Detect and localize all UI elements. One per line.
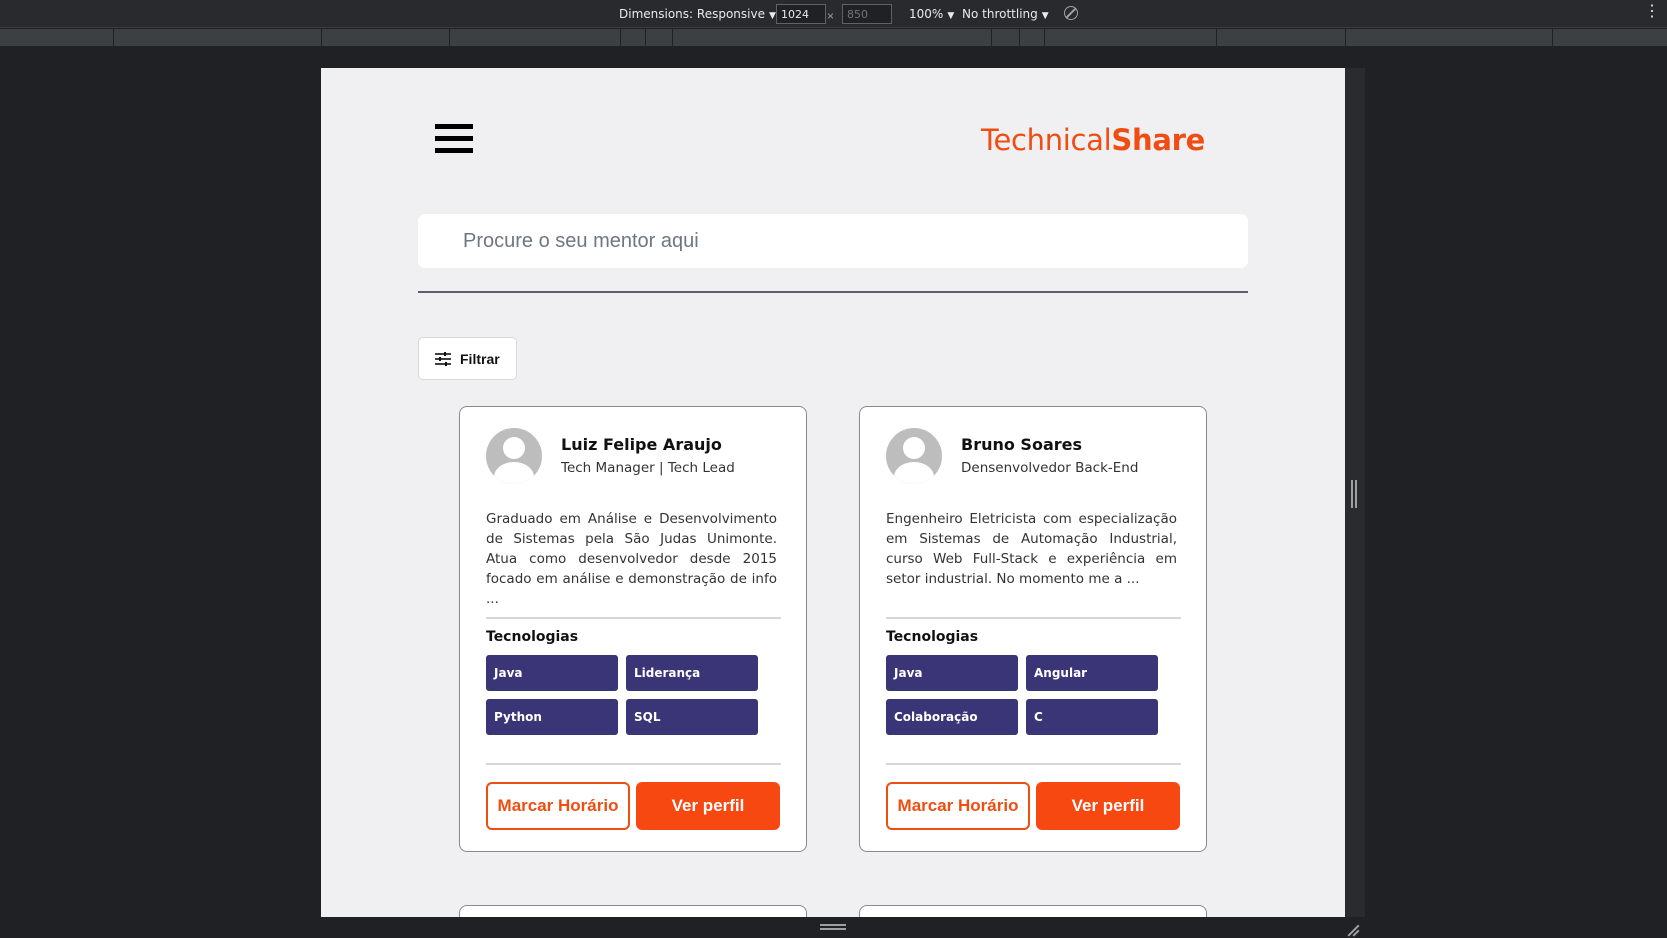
- filter-button[interactable]: Filtrar: [418, 337, 517, 380]
- card-divider: [486, 617, 781, 619]
- schedule-button[interactable]: Marcar Horário: [886, 782, 1030, 830]
- mentor-card: Luiz Felipe Araujo Tech Manager | Tech L…: [459, 406, 807, 852]
- card-divider: [886, 617, 1181, 619]
- resize-handle-bottom[interactable]: [820, 924, 846, 930]
- mentor-role: Densenvolvedor Back-End: [961, 460, 1139, 476]
- technology-tag: Java: [486, 655, 618, 691]
- mentor-name: Luiz Felipe Araujo: [561, 435, 722, 454]
- mentor-card-partial: [859, 905, 1207, 917]
- technology-tag: Java: [886, 655, 1018, 691]
- resize-handle-right[interactable]: [1351, 480, 1357, 508]
- dimensions-label: Dimensions: Responsive: [619, 7, 765, 21]
- avatar-icon: [486, 428, 542, 484]
- technologies-heading: Tecnologias: [886, 629, 979, 645]
- zoom-dropdown[interactable]: 100% ▼: [909, 7, 954, 21]
- logo-bold-text: Share: [1111, 123, 1205, 157]
- chevron-down-icon: ▼: [947, 11, 955, 21]
- viewport-height-input[interactable]: [842, 4, 892, 24]
- technology-tag: C: [1026, 699, 1158, 735]
- technology-tag: Python: [486, 699, 618, 735]
- view-profile-button[interactable]: Ver perfil: [636, 782, 780, 830]
- dimension-separator: ×: [827, 9, 835, 23]
- search-underline-divider: [418, 291, 1248, 293]
- throttling-label: No throttling: [962, 7, 1038, 21]
- chevron-down-icon: ▼: [768, 11, 776, 21]
- mentor-bio: Graduado em Análise e Desenvolvimento de…: [486, 511, 777, 607]
- technology-tag: Colaboração: [886, 699, 1018, 735]
- technology-tag: SQL: [626, 699, 758, 735]
- technology-tag: Liderança: [626, 655, 758, 691]
- throttling-dropdown[interactable]: No throttling ▼: [962, 7, 1049, 21]
- filter-label: Filtrar: [460, 350, 500, 367]
- chevron-down-icon: ▼: [1041, 11, 1049, 21]
- technology-tag: Angular: [1026, 655, 1158, 691]
- resize-handle-corner[interactable]: [1348, 924, 1360, 936]
- dimensions-dropdown[interactable]: Dimensions: Responsive ▼: [619, 7, 776, 21]
- emulated-viewport: TechnicalShare Filtrar Luiz Felipe Arauj…: [321, 68, 1345, 917]
- logo-regular-text: Technical: [980, 123, 1112, 157]
- card-divider: [486, 763, 781, 765]
- card-divider: [886, 763, 1181, 765]
- mentor-name: Bruno Soares: [961, 435, 1083, 454]
- viewport-width-input[interactable]: [776, 4, 826, 24]
- hamburger-menu-icon[interactable]: [435, 124, 473, 156]
- sliders-icon: [435, 351, 451, 366]
- media-query-ruler[interactable]: [0, 29, 1667, 46]
- mentor-card: Bruno Soares Densenvolvedor Back-End Eng…: [859, 406, 1207, 852]
- mentor-bio: Engenheiro Eletricista com especializaçã…: [886, 511, 1177, 587]
- more-options-icon[interactable]: ⋮: [1644, 4, 1660, 20]
- zoom-label: 100%: [909, 7, 944, 21]
- schedule-button[interactable]: Marcar Horário: [486, 782, 630, 830]
- mentor-search-input[interactable]: [418, 214, 1248, 268]
- mentor-role: Tech Manager | Tech Lead: [561, 460, 735, 476]
- mentor-card-partial: [459, 905, 807, 917]
- technicalshare-logo[interactable]: TechnicalShare: [981, 123, 1205, 157]
- avatar-icon: [886, 428, 942, 484]
- devtools-device-toolbar: Dimensions: Responsive▼ × 100%▼ No throt…: [0, 0, 1667, 28]
- view-profile-button[interactable]: Ver perfil: [1036, 782, 1180, 830]
- rotate-icon[interactable]: [1064, 6, 1078, 20]
- technologies-heading: Tecnologias: [486, 629, 579, 645]
